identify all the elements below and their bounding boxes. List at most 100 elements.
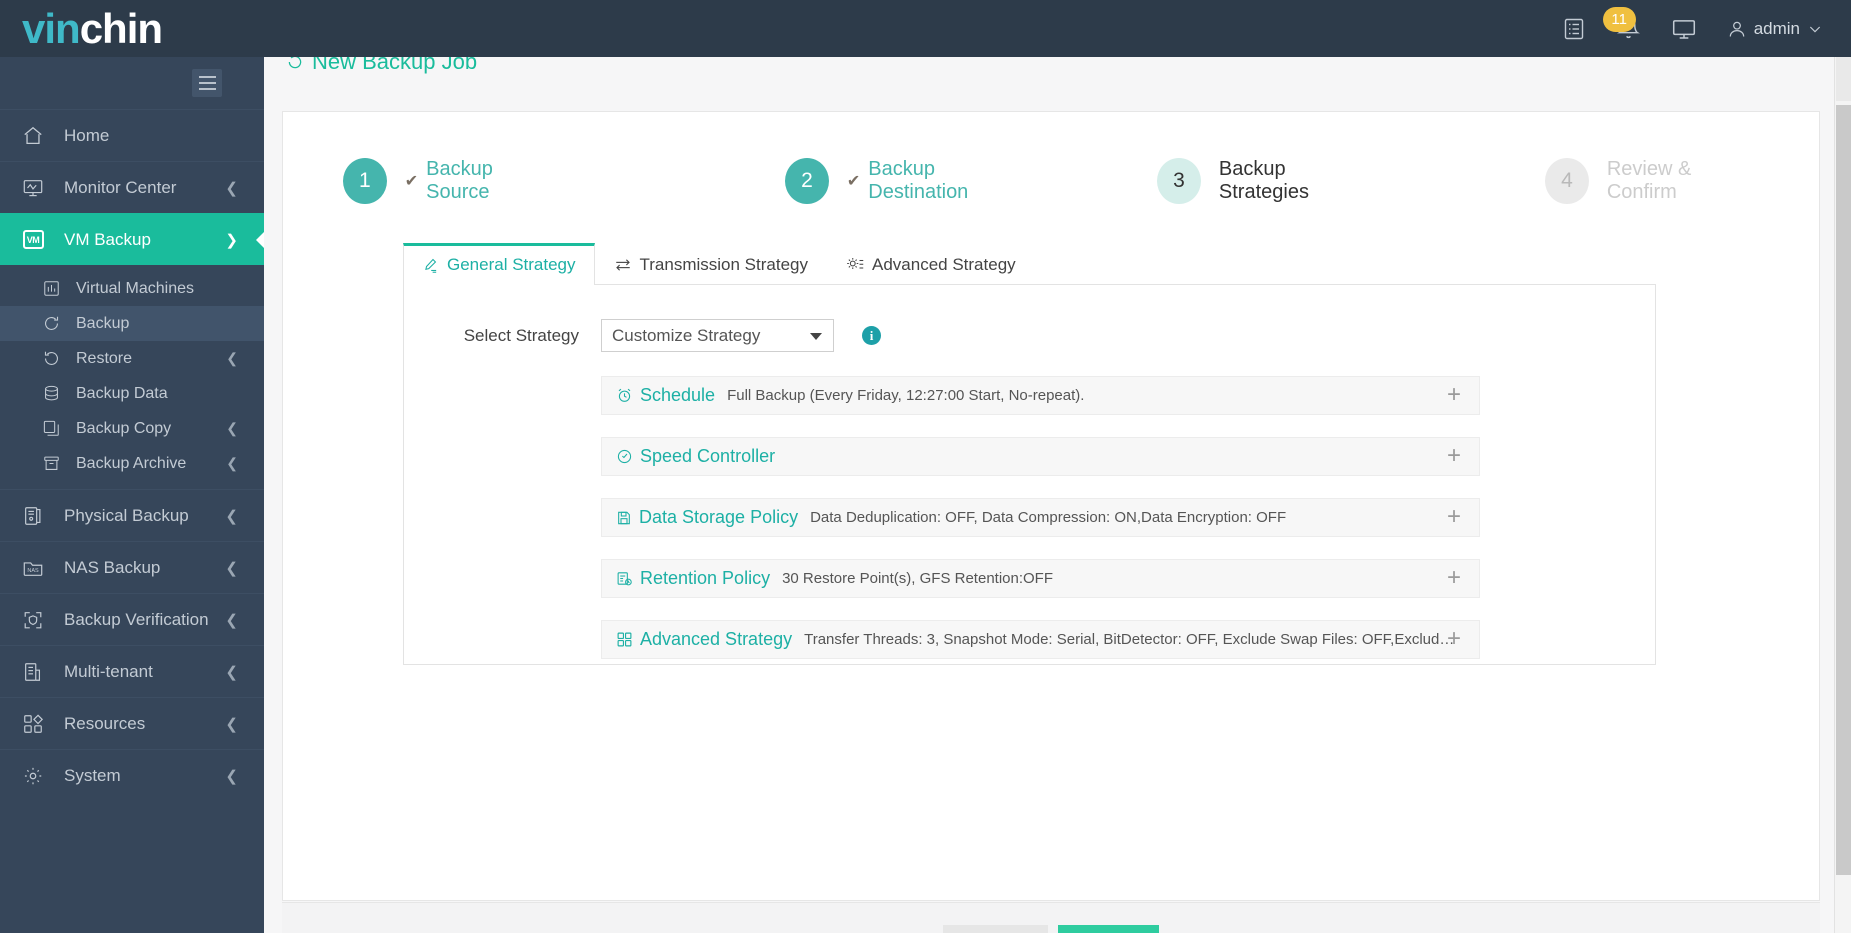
- chevron-down-icon: [1807, 21, 1823, 37]
- sidebar-item-backup[interactable]: Backup: [0, 306, 264, 341]
- sidebar-item-label: Multi-tenant: [64, 661, 153, 681]
- sidebar-item-nas-backup[interactable]: NAS NAS Backup ❮: [0, 541, 264, 593]
- monitor-icon[interactable]: [1671, 16, 1697, 42]
- expand-plus-icon[interactable]: +: [1443, 382, 1465, 407]
- step-backup-strategies[interactable]: 3 Backup Strategies: [1157, 158, 1373, 204]
- chevron-left-icon: ❮: [225, 507, 238, 525]
- expand-plus-icon[interactable]: +: [1443, 626, 1465, 651]
- step-label-wrap: Review & Confirm: [1607, 158, 1759, 204]
- top-header: vinchin 11 admin: [0, 0, 1851, 57]
- step-label: Backup Source: [426, 158, 493, 203]
- sidebar-item-virtual-machines[interactable]: Virtual Machines: [0, 271, 264, 306]
- notification-badge: 11: [1602, 7, 1636, 32]
- sidebar-item-monitor-center[interactable]: Monitor Center ❮: [0, 161, 264, 213]
- wizard-footer: ← Back Next →: [282, 902, 1820, 933]
- tab-transmission-strategy[interactable]: Transmission Strategy: [595, 243, 827, 285]
- refresh-cw-icon: [40, 313, 62, 335]
- brand-logo[interactable]: vinchin: [0, 4, 264, 52]
- home-icon: [22, 125, 44, 147]
- strategy-tabs: General Strategy Transmission Strategy A…: [403, 242, 1656, 285]
- step-number: 2: [785, 158, 829, 204]
- expand-plus-icon[interactable]: +: [1443, 443, 1465, 468]
- grid-squares-icon: [616, 631, 633, 648]
- expand-plus-icon[interactable]: +: [1443, 565, 1465, 590]
- wizard-card: 1 ✔ Backup Source 2 ✔ Backup Destination…: [282, 111, 1820, 901]
- sidebar-submenu-vm-backup: Virtual Machines Backup Restore ❮ Backup…: [0, 265, 264, 489]
- accordion-row-schedule[interactable]: Schedule Full Backup (Every Friday, 12:2…: [601, 376, 1480, 415]
- sidebar-item-physical-backup[interactable]: Physical Backup ❮: [0, 489, 264, 541]
- accordion-desc: Transfer Threads: 3, Snapshot Mode: Seri…: [804, 631, 1455, 648]
- refresh-icon: [286, 57, 304, 71]
- chevron-left-icon: ❮: [226, 350, 238, 366]
- back-button[interactable]: ← Back: [943, 925, 1048, 933]
- page-title: New Backup Job: [286, 57, 477, 75]
- accordion-row-advanced-strategy[interactable]: Advanced Strategy Transfer Threads: 3, S…: [601, 620, 1480, 659]
- archive-icon: [40, 453, 62, 475]
- select-strategy-value: Customize Strategy: [612, 325, 761, 345]
- sidebar-item-label: Resources: [64, 713, 146, 733]
- sidebar-item-backup-verification[interactable]: Backup Verification ❮: [0, 593, 264, 645]
- step-label-wrap: ✔ Backup Destination: [847, 158, 1031, 204]
- step-label: Review & Confirm: [1606, 158, 1692, 203]
- sidebar-item-backup-copy[interactable]: Backup Copy ❮: [0, 411, 264, 446]
- sidebar-item-label: Backup Copy: [76, 419, 172, 437]
- sidebar-item-multi-tenant[interactable]: Multi-tenant ❮: [0, 645, 264, 697]
- alarm-clock-icon: [616, 387, 633, 404]
- calendar-clock-icon: [616, 570, 633, 587]
- notifications[interactable]: 11: [1602, 7, 1641, 41]
- chevron-left-icon: ❮: [225, 179, 238, 197]
- chevron-left-icon: ❮: [226, 455, 238, 471]
- accordion-title-label: Data Storage Policy: [639, 507, 799, 527]
- expand-plus-icon[interactable]: +: [1443, 504, 1465, 529]
- chevron-left-icon: ❮: [225, 559, 238, 577]
- document-list-icon[interactable]: [1562, 17, 1586, 41]
- step-backup-source[interactable]: 1 ✔ Backup Source: [343, 158, 554, 204]
- next-button[interactable]: Next →: [1057, 925, 1159, 933]
- caret-down-icon: [810, 332, 822, 340]
- check-icon: ✔: [404, 173, 419, 190]
- sidebar-item-vm-backup[interactable]: VM VM Backup ❯: [0, 213, 264, 265]
- step-number: 3: [1157, 158, 1201, 204]
- sidebar-item-label: Backup Verification: [64, 609, 209, 629]
- page-scrollbar[interactable]: [1834, 57, 1851, 933]
- accordion-row-data-storage-policy[interactable]: Data Storage Policy Data Deduplication: …: [601, 498, 1480, 537]
- pencil-lines-icon: [422, 257, 439, 274]
- scrollbar-track-top[interactable]: [1836, 57, 1851, 101]
- brand-logo-part2: chin: [79, 4, 163, 52]
- sidebar-item-resources[interactable]: Resources ❮: [0, 697, 264, 749]
- accordion-row-speed-controller[interactable]: Speed Controller +: [601, 437, 1480, 476]
- shield-check-icon: [22, 609, 44, 631]
- sidebar-item-home[interactable]: Home: [0, 109, 264, 161]
- vm-icon: VM: [22, 229, 44, 251]
- sidebar-item-label: Restore: [76, 349, 133, 367]
- chevron-left-icon: ❮: [226, 420, 238, 436]
- sidebar-item-label: NAS Backup: [64, 557, 161, 577]
- accordion-desc: Data Deduplication: OFF, Data Compressio…: [810, 509, 1287, 526]
- select-strategy-dropdown[interactable]: Customize Strategy: [601, 319, 834, 352]
- tab-advanced-strategy[interactable]: Advanced Strategy: [827, 243, 1035, 285]
- chevron-left-icon: ❮: [225, 767, 238, 785]
- sidebar-item-label: Backup Archive: [76, 454, 187, 472]
- accordion-title-schedule: Schedule: [616, 385, 715, 406]
- step-label: Backup Destination: [868, 158, 969, 203]
- user-icon: [1727, 19, 1747, 39]
- user-menu[interactable]: admin: [1727, 19, 1823, 39]
- accordion-row-retention-policy[interactable]: Retention Policy 30 Restore Point(s), GF…: [601, 559, 1480, 598]
- page-title-label: New Backup Job: [312, 57, 478, 74]
- refresh-ccw-icon: [40, 348, 62, 370]
- sidebar-item-system[interactable]: System ❮: [0, 749, 264, 801]
- chevron-down-icon: ❯: [225, 231, 238, 249]
- accordion-title-advanced-strategy: Advanced Strategy: [616, 629, 792, 650]
- sidebar-item-label: Virtual Machines: [76, 279, 194, 297]
- sidebar-item-backup-archive[interactable]: Backup Archive ❮: [0, 446, 264, 481]
- sidebar-item-restore[interactable]: Restore ❮: [0, 341, 264, 376]
- hamburger-icon[interactable]: [192, 69, 222, 97]
- info-icon[interactable]: i: [862, 326, 881, 345]
- accordion-title-data-storage-policy: Data Storage Policy: [616, 507, 798, 528]
- step-backup-destination[interactable]: 2 ✔ Backup Destination: [785, 158, 1031, 204]
- sidebar-item-backup-data[interactable]: Backup Data: [0, 376, 264, 411]
- scrollbar-thumb[interactable]: [1836, 105, 1851, 875]
- tab-general-strategy[interactable]: General Strategy: [403, 243, 595, 285]
- server-icon: [22, 505, 44, 527]
- select-strategy-label: Select Strategy: [463, 325, 579, 345]
